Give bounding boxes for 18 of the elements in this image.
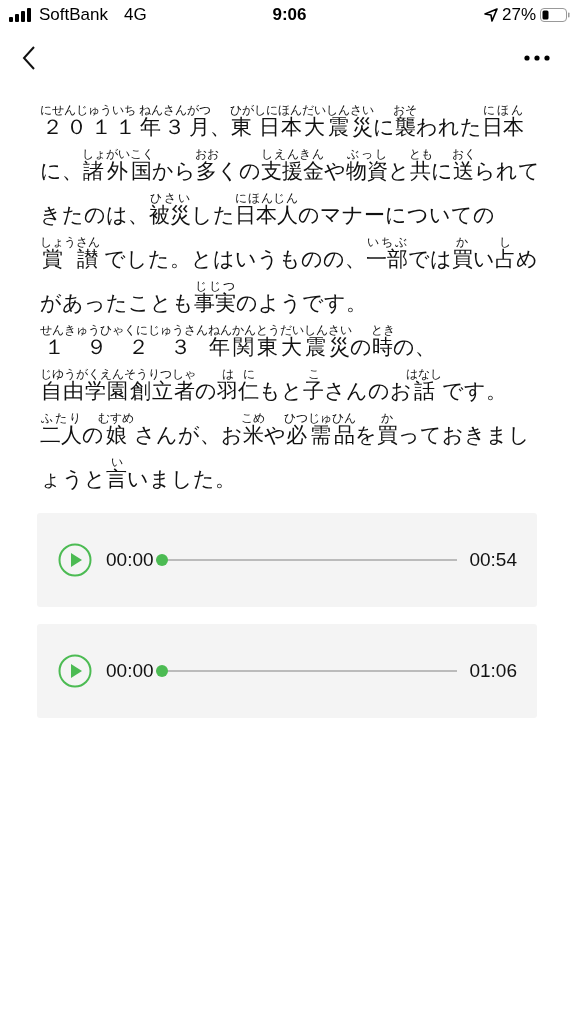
play-icon[interactable] bbox=[58, 654, 92, 688]
duration-time: 01:06 bbox=[469, 660, 517, 682]
current-time: 00:00 bbox=[106, 660, 154, 682]
carrier-name: SoftBank bbox=[39, 5, 108, 25]
current-time: 00:00 bbox=[106, 549, 154, 571]
progress-thumb[interactable] bbox=[155, 665, 168, 677]
battery-percent: 27% bbox=[501, 5, 536, 25]
article-paragraph: ２０１１年３月 にせんじゅういち ねんさんがつ 、東 日本 ひがしにほん 大震災 だいしんさい に襲 おそ われた 日本 にほん に、諸 しょ 外国 がいこく から 多 おお くの支援金 しえんきん や物資 ぶっし と 共 とも に送 おく られてきたのは、被災 ひさい した 日本人 にほんじん のマナーについての 賞 讃 しょうさん でした。とはいうものの、一部 いちぶ では買 か い占 し めがあったことも事実 じじつ のようです。 １ ９ ２ ３ せんきゅうひゃくにじゅうさん 年 ねん 関東大震災 かんとうだいしんさい の時 とき の、 自由学園創立者 じゆうがくえんそうりつしゃ の羽仁 はに もと 子 こ さんのお話 はなし です。 二人 ふたり の娘 むすめ さんが、お米 こめ や必需品 ひつじゅひん を買 か っておきましょうと 言 い いました。 bbox=[40, 104, 541, 492]
back-icon[interactable] bbox=[22, 45, 36, 71]
signal-icon bbox=[9, 8, 33, 22]
network-type: 4G bbox=[124, 5, 147, 25]
duration-time: 00:54 bbox=[469, 549, 517, 571]
clock-time: 9:06 bbox=[272, 5, 307, 25]
play-icon[interactable] bbox=[58, 543, 92, 577]
battery-icon bbox=[540, 8, 570, 22]
more-icon[interactable] bbox=[524, 55, 550, 61]
location-arrow-icon bbox=[483, 8, 498, 22]
progress-thumb[interactable] bbox=[155, 554, 168, 566]
